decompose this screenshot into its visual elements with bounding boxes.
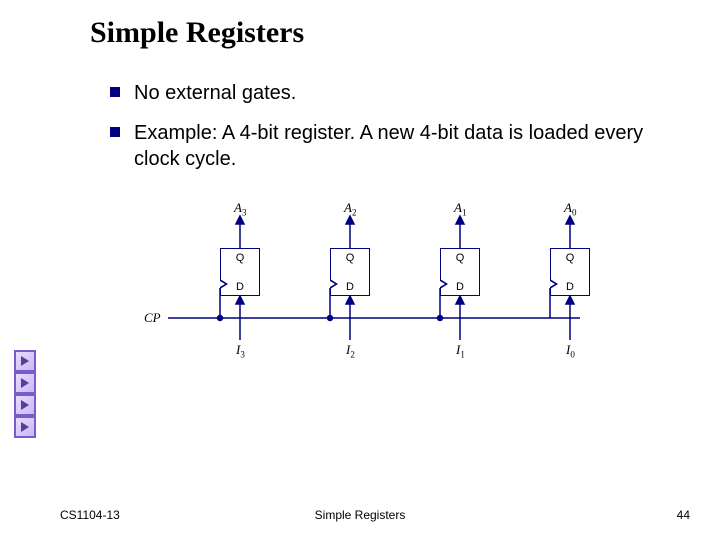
bullet-marker xyxy=(110,127,120,137)
input-label-i2: I2 xyxy=(346,342,355,360)
decoration-arrow-icon xyxy=(14,416,36,438)
ff-q-label: Q xyxy=(236,252,245,264)
bullet-text: Example: A 4-bit register. A new 4-bit d… xyxy=(134,120,680,172)
diagram-wires xyxy=(150,200,630,400)
slide-decoration xyxy=(14,350,42,438)
clock-triangle-icon xyxy=(330,279,338,289)
bullet-item: No external gates. xyxy=(110,80,680,106)
register-diagram: Q D Q D Q D Q D A3 A2 A1 A0 I3 I2 I1 I0 … xyxy=(150,200,630,400)
cp-label: CP xyxy=(144,310,161,326)
ff-q-label: Q xyxy=(456,252,465,264)
flipflop-1: Q D xyxy=(440,248,480,296)
footer-course-code: CS1104-13 xyxy=(60,508,120,522)
bullet-item: Example: A 4-bit register. A new 4-bit d… xyxy=(110,120,680,172)
ff-q-label: Q xyxy=(566,252,575,264)
footer-page-number: 44 xyxy=(677,508,690,522)
ff-d-label: D xyxy=(346,281,354,293)
ff-d-label: D xyxy=(566,281,574,293)
clock-triangle-icon xyxy=(550,279,558,289)
footer-title: Simple Registers xyxy=(315,508,406,522)
decoration-arrow-icon xyxy=(14,394,36,416)
bullet-list: No external gates. Example: A 4-bit regi… xyxy=(110,80,680,186)
output-label-a0: A0 xyxy=(564,200,576,218)
decoration-arrow-icon xyxy=(14,372,36,394)
ff-d-label: D xyxy=(236,281,244,293)
decoration-arrow-icon xyxy=(14,350,36,372)
flipflop-0: Q D xyxy=(550,248,590,296)
clock-triangle-icon xyxy=(220,279,228,289)
flipflop-3: Q D xyxy=(220,248,260,296)
flipflop-2: Q D xyxy=(330,248,370,296)
output-label-a3: A3 xyxy=(234,200,246,218)
output-label-a1: A1 xyxy=(454,200,466,218)
output-label-a2: A2 xyxy=(344,200,356,218)
clock-triangle-icon xyxy=(440,279,448,289)
input-label-i0: I0 xyxy=(566,342,575,360)
input-label-i1: I1 xyxy=(456,342,465,360)
slide-title: Simple Registers xyxy=(90,16,304,50)
input-label-i3: I3 xyxy=(236,342,245,360)
ff-d-label: D xyxy=(456,281,464,293)
bullet-marker xyxy=(110,87,120,97)
bullet-text: No external gates. xyxy=(134,80,296,106)
ff-q-label: Q xyxy=(346,252,355,264)
